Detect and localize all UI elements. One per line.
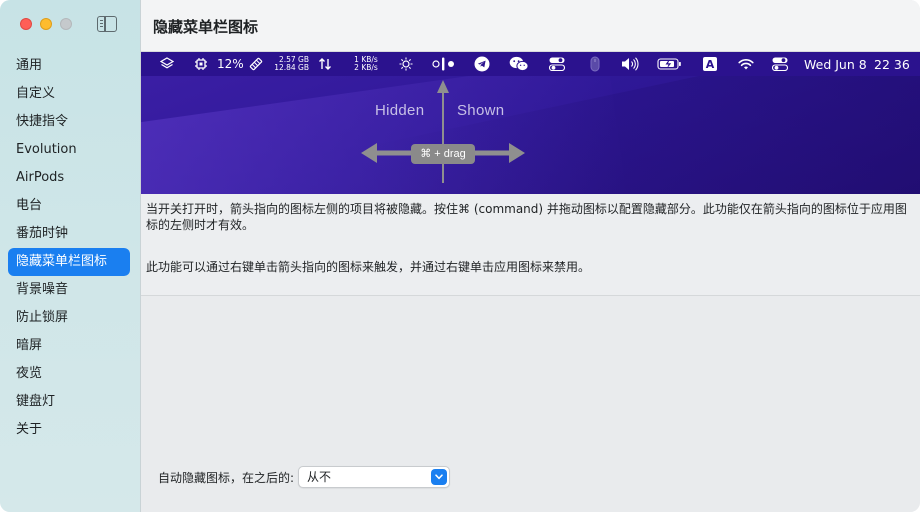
memory-total: 12.84 GB bbox=[274, 63, 309, 72]
zoom-button[interactable] bbox=[60, 18, 72, 30]
autohide-selected-value: 从不 bbox=[307, 470, 332, 484]
autohide-label: 自动隐藏图标，在之后的: bbox=[158, 470, 295, 485]
sidebar-item-airpods[interactable]: AirPods bbox=[8, 164, 130, 192]
sidebar-nav: 通用 自定义 快捷指令 Evolution AirPods 电台 番茄时钟 隐藏… bbox=[8, 52, 130, 444]
menubar-time: 22 36 bbox=[874, 56, 910, 72]
minimize-button[interactable] bbox=[40, 18, 52, 30]
page-title: 隐藏菜单栏图标 bbox=[153, 18, 259, 36]
sidebar-item-keyboard-light[interactable]: 键盘灯 bbox=[8, 388, 130, 416]
sidebar-item-customize[interactable]: 自定义 bbox=[8, 80, 130, 108]
layers-icon bbox=[160, 52, 174, 76]
sidebar-item-night-shift[interactable]: 夜览 bbox=[8, 360, 130, 388]
hidden-label: Hidden bbox=[375, 102, 425, 119]
menubar-preview: 12% 2.57 GB 12.84 GB 1 KB/s 2 KB/s A Wed… bbox=[141, 52, 920, 76]
wechat-icon bbox=[509, 52, 529, 76]
sidebar-item-prevent-lock[interactable]: 防止锁屏 bbox=[8, 304, 130, 332]
autohide-select[interactable]: 从不 bbox=[298, 466, 451, 488]
app-window: 通用 自定义 快捷指令 Evolution AirPods 电台 番茄时钟 隐藏… bbox=[0, 0, 920, 512]
mouse-icon bbox=[589, 52, 601, 76]
titlebar: 隐藏菜单栏图标 bbox=[141, 0, 920, 52]
cpu-icon bbox=[194, 52, 208, 76]
shown-label: Shown bbox=[457, 102, 505, 119]
network-readout: 1 KB/s 2 KB/s bbox=[352, 52, 380, 76]
sidebar-item-pomodoro[interactable]: 番茄时钟 bbox=[8, 220, 130, 248]
sidebar-item-background-noise[interactable]: 背景噪音 bbox=[8, 276, 130, 304]
cpu-percent: 12% bbox=[217, 57, 244, 71]
network-download: 2 KB/s bbox=[354, 63, 378, 72]
chevron-down-icon[interactable] bbox=[431, 469, 448, 485]
sidebar-item-about[interactable]: 关于 bbox=[8, 416, 130, 444]
main-content: 隐藏菜单栏图标 12% 2.57 GB 12.84 GB 1 KB/s 2 KB… bbox=[141, 0, 920, 512]
description-paragraph-1: 当开关打开时，箭头指向的图标左侧的项目将被隐藏。按住⌘ (command) 并拖… bbox=[146, 202, 907, 232]
preview-banner: 12% 2.57 GB 12.84 GB 1 KB/s 2 KB/s A Wed… bbox=[141, 52, 920, 194]
sidebar-toggle-icon[interactable] bbox=[97, 16, 117, 32]
sidebar-item-evolution[interactable]: Evolution bbox=[8, 136, 130, 164]
brightness-icon bbox=[399, 52, 413, 76]
description-paragraph-2: 此功能可以通过右键单击箭头指向的图标来触发，并通过右键单击应用图标来禁用。 bbox=[146, 260, 591, 274]
sidebar-item-shortcuts[interactable]: 快捷指令 bbox=[8, 108, 130, 136]
input-source-icon: A bbox=[703, 52, 717, 76]
divider-handle-icon[interactable] bbox=[431, 52, 457, 76]
autohide-row: 自动隐藏图标，在之后的: 从不 bbox=[158, 466, 451, 488]
command-drag-badge: ⌘ + drag bbox=[411, 144, 475, 164]
sidebar-item-hide-menubar-icons[interactable]: 隐藏菜单栏图标 bbox=[8, 248, 130, 276]
volume-icon bbox=[621, 52, 639, 76]
telegram-icon bbox=[474, 52, 490, 76]
close-button[interactable] bbox=[20, 18, 32, 30]
battery-charging-icon bbox=[657, 52, 683, 76]
toggles-icon bbox=[549, 52, 565, 76]
wifi-icon bbox=[738, 52, 754, 76]
sidebar: 通用 自定义 快捷指令 Evolution AirPods 电台 番茄时钟 隐藏… bbox=[0, 0, 141, 512]
memory-icon bbox=[249, 52, 263, 76]
sidebar-item-dim-screen[interactable]: 暗屏 bbox=[8, 332, 130, 360]
menubar-date: Wed Jun 8 bbox=[804, 56, 867, 72]
control-center-icon bbox=[772, 52, 788, 76]
memory-readout: 2.57 GB 12.84 GB bbox=[273, 52, 309, 76]
input-source-letter: A bbox=[703, 57, 717, 71]
sidebar-item-general[interactable]: 通用 bbox=[8, 52, 130, 80]
window-controls bbox=[20, 18, 72, 30]
sidebar-item-radio[interactable]: 电台 bbox=[8, 192, 130, 220]
network-arrows-icon bbox=[318, 52, 332, 76]
